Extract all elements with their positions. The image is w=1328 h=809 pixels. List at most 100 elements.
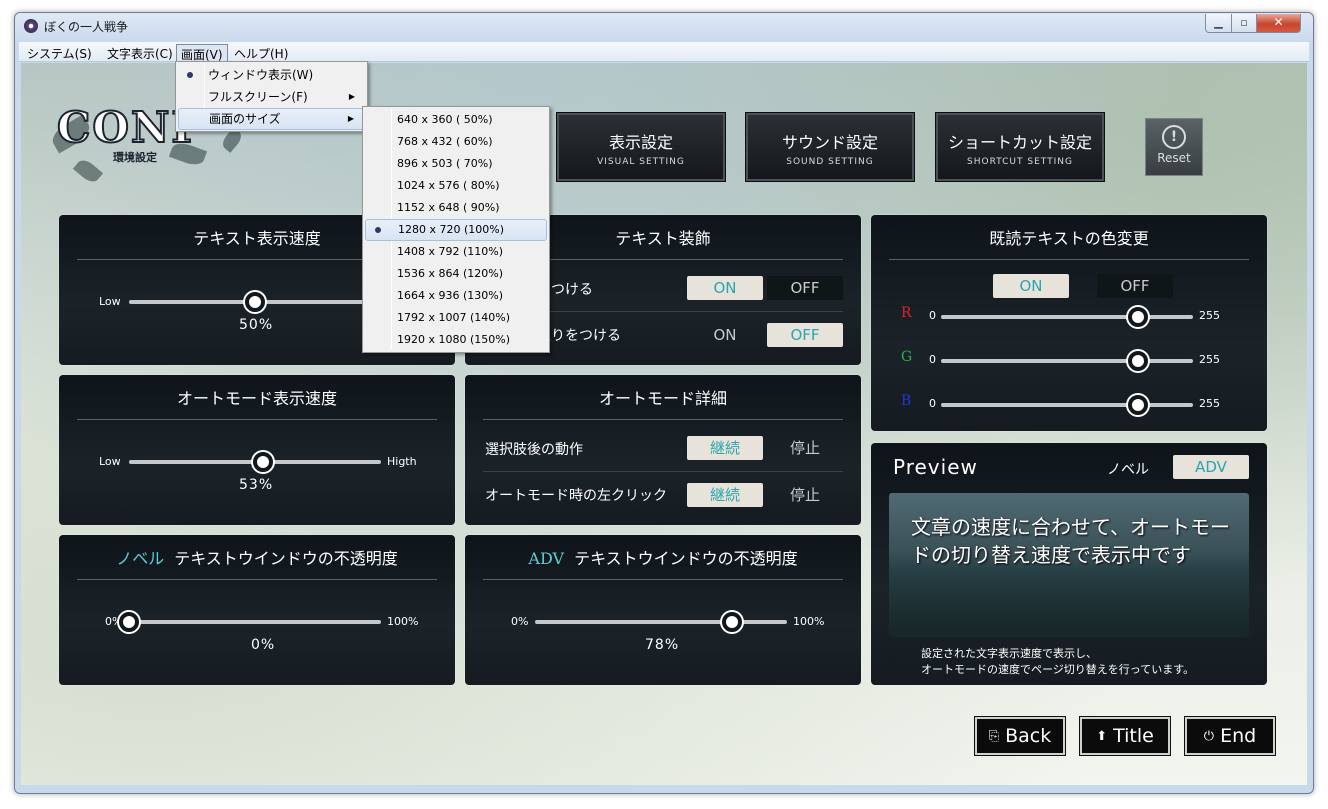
slider-knob[interactable] — [252, 452, 273, 472]
screen-menu-dropdown: ウィンドウ表示(W) フルスクリーン(F) ▶ 画面のサイズ ▶ — [175, 61, 368, 132]
slider-low-label: Low — [99, 295, 121, 308]
outline-off-toggle[interactable]: OFF — [767, 323, 843, 347]
back-button[interactable]: ⎘ Back — [975, 717, 1065, 755]
size-option[interactable]: 1024 x 576 ( 80%) — [365, 175, 547, 197]
slider-knob[interactable] — [1127, 307, 1148, 327]
menu-item-label: フルスクリーン(F) — [208, 90, 308, 104]
size-option[interactable]: 1664 x 936 (130%) — [365, 285, 547, 307]
tab-sublabel: SOUND SETTING — [786, 157, 874, 167]
red-channel-label: R — [901, 305, 912, 321]
preview-mode-novel[interactable]: ノベル — [1107, 459, 1149, 479]
adv-opacity-slider[interactable] — [535, 612, 787, 632]
preview-mode-adv[interactable]: ADV — [1173, 455, 1249, 479]
green-slider[interactable] — [941, 351, 1193, 371]
tab-sublabel: VISUAL SETTING — [597, 157, 685, 167]
novel-opacity-slider[interactable] — [119, 612, 381, 632]
left-click-continue-toggle[interactable]: 継続 — [687, 483, 763, 507]
menu-item-label: 1536 x 864 (120%) — [397, 267, 504, 280]
panel-title-text: テキストウインドウの不透明度 — [574, 549, 798, 568]
tab-sound-setting[interactable]: サウンド設定 SOUND SETTING — [746, 113, 914, 181]
close-button[interactable]: ✕ — [1256, 14, 1301, 33]
menu-item-label: 768 x 432 ( 60%) — [397, 135, 493, 148]
up-arrow-icon: ⬆ — [1096, 729, 1108, 744]
panel-title-text: テキストウインドウの不透明度 — [174, 549, 398, 568]
reset-label: Reset — [1157, 151, 1191, 165]
preview-text: 文章の速度に合わせて、オートモードの切り替え速度で表示中です — [911, 515, 1230, 567]
green-min: 0 — [929, 353, 936, 366]
leaf-decoration — [72, 156, 104, 186]
size-option[interactable]: 1152 x 648 ( 90%) — [365, 197, 547, 219]
outline-on-toggle[interactable]: ON — [687, 323, 763, 347]
after-choice-stop-toggle[interactable]: 停止 — [767, 436, 843, 460]
radio-bullet-icon — [375, 227, 381, 233]
auto-speed-slider[interactable] — [129, 452, 381, 472]
preview-title: Preview — [893, 455, 978, 479]
size-option[interactable]: 768 x 432 ( 60%) — [365, 131, 547, 153]
end-button[interactable]: ⏻ End — [1185, 717, 1275, 755]
tab-label: ショートカット設定 — [947, 133, 1092, 152]
red-min: 0 — [929, 309, 936, 322]
menu-item-label: 1280 x 720 (100%) — [398, 223, 505, 236]
window-title: ぼくの一人戦争 — [44, 20, 129, 34]
text-speed-slider[interactable] — [129, 292, 381, 312]
tab-label: 表示設定 — [608, 133, 673, 152]
config-logo-subtitle: 環境設定 — [113, 151, 157, 164]
red-slider[interactable] — [941, 307, 1193, 327]
preview-window: 文章の速度に合わせて、オートモードの切り替え速度で表示中です — [889, 493, 1249, 637]
slider-knob[interactable] — [1127, 351, 1148, 371]
blue-slider[interactable] — [941, 395, 1193, 415]
panel-title: ADV テキストウインドウの不透明度 — [483, 545, 843, 580]
divider — [483, 471, 843, 472]
blue-min: 0 — [929, 397, 936, 410]
menu-item-label: 1920 x 1080 (150%) — [397, 333, 511, 346]
caption-line: オートモードの速度でページ切り替えを行っています。 — [921, 663, 1195, 676]
panel-title: オートモード詳細 — [483, 385, 843, 420]
read-color-on-toggle[interactable]: ON — [993, 274, 1069, 298]
title-bar[interactable]: ぼくの一人戦争 ▁ ▫ ✕ — [15, 13, 1313, 41]
slider-value: 50% — [239, 317, 274, 333]
end-label: End — [1220, 725, 1257, 747]
menu-item-label: 640 x 360 ( 50%) — [397, 113, 493, 126]
size-option[interactable]: 1536 x 864 (120%) — [365, 263, 547, 285]
size-option[interactable]: 1408 x 792 (110%) — [365, 241, 547, 263]
maximize-button[interactable]: ▫ — [1231, 14, 1257, 33]
slider-value: 53% — [239, 477, 274, 493]
shadow-on-toggle[interactable]: ON — [687, 276, 763, 300]
slider-min-label: 0% — [511, 615, 529, 628]
panel-title: 既読テキストの色変更 — [889, 225, 1249, 260]
menu-item-label: 1664 x 936 (130%) — [397, 289, 504, 302]
slider-value: 78% — [645, 637, 680, 653]
minimize-button[interactable]: ▁ — [1205, 14, 1232, 33]
slider-knob[interactable] — [119, 612, 139, 632]
menu-item-window-mode[interactable]: ウィンドウ表示(W) — [178, 64, 365, 86]
panel-title: オートモード表示速度 — [77, 385, 437, 420]
menu-item-fullscreen[interactable]: フルスクリーン(F) ▶ — [178, 86, 365, 108]
tab-shortcut-setting[interactable]: ショートカット設定 SHORTCUT SETTING — [936, 113, 1104, 181]
panel-auto-detail: オートモード詳細 選択肢後の動作 継続 停止 オートモード時の左クリック 継続 … — [465, 375, 861, 525]
size-option[interactable]: 1792 x 1007 (140%) — [365, 307, 547, 329]
shadow-off-toggle[interactable]: OFF — [767, 276, 843, 300]
size-option-selected[interactable]: 1280 x 720 (100%) — [365, 219, 547, 241]
left-click-stop-toggle[interactable]: 停止 — [767, 483, 843, 507]
after-choice-continue-toggle[interactable]: 継続 — [687, 436, 763, 460]
slider-knob[interactable] — [1127, 395, 1148, 415]
slider-knob[interactable] — [721, 612, 742, 632]
read-color-off-toggle[interactable]: OFF — [1097, 274, 1173, 298]
size-option[interactable]: 640 x 360 ( 50%) — [365, 109, 547, 131]
menu-item-label: 1408 x 792 (110%) — [397, 245, 504, 258]
radio-bullet-icon — [187, 72, 193, 78]
menu-item-screen-size[interactable]: 画面のサイズ ▶ — [178, 108, 365, 130]
slider-knob[interactable] — [245, 292, 265, 312]
novel-highlight: ノベル — [116, 549, 165, 568]
menu-item-label: ウィンドウ表示(W) — [208, 68, 314, 82]
size-option[interactable]: 896 x 503 ( 70%) — [365, 153, 547, 175]
red-max: 255 — [1199, 309, 1220, 322]
menu-system[interactable]: システム(S) — [23, 44, 96, 63]
size-option[interactable]: 1920 x 1080 (150%) — [365, 329, 547, 351]
menu-bar: システム(S) 文字表示(C) 画面(V) ヘルプ(H) — [19, 42, 1309, 65]
menu-text-display[interactable]: 文字表示(C) — [103, 44, 177, 63]
slider-max-label: 100% — [387, 615, 419, 628]
tab-visual-setting[interactable]: 表示設定 VISUAL SETTING — [557, 113, 725, 181]
title-button[interactable]: ⬆ Title — [1080, 717, 1170, 755]
reset-button[interactable]: ! Reset — [1145, 118, 1203, 176]
